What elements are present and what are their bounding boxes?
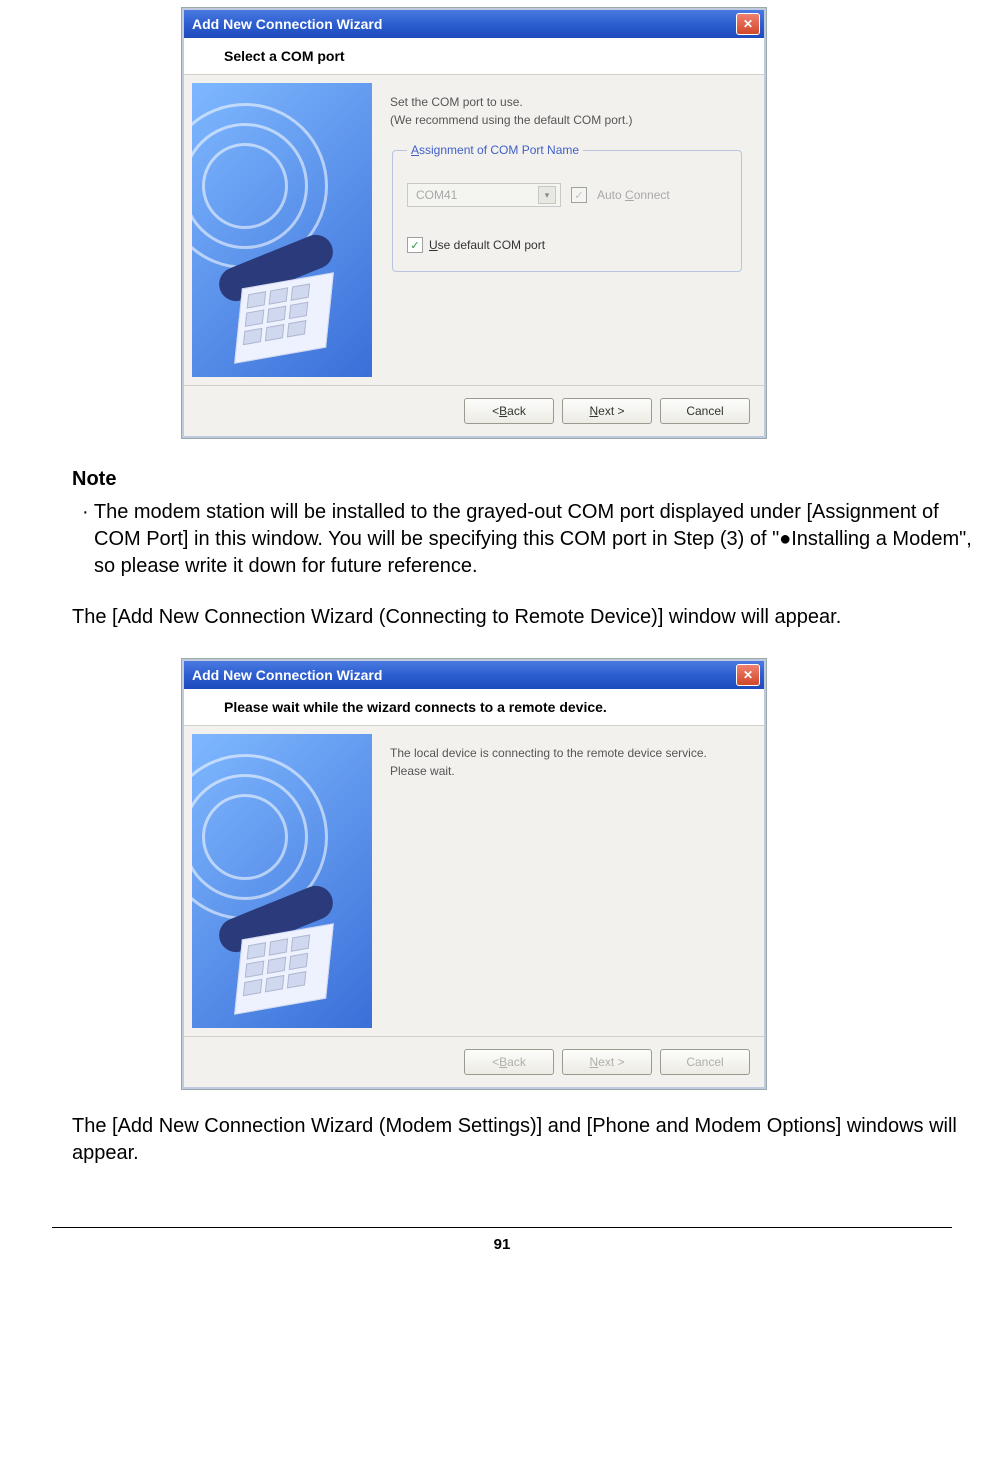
body-paragraph-1: The [Add New Connection Wizard (Connecti… — [72, 604, 985, 631]
dialog-com-port: Add New Connection Wizard ✕ Select a COM… — [182, 8, 766, 438]
status-line-1: The local device is connecting to the re… — [390, 746, 744, 760]
dialog-subtitle: Please wait while the wizard connects to… — [184, 689, 764, 726]
use-default-label: Use default COM port — [429, 238, 545, 252]
body-paragraph-2: The [Add New Connection Wizard (Modem Se… — [72, 1113, 985, 1167]
auto-connect-checkbox: ✓ — [571, 187, 587, 203]
dialog-subtitle: Select a COM port — [184, 38, 764, 75]
com-port-fieldset: AAssignment of COM Port Namessignment of… — [392, 143, 742, 272]
auto-connect-label: Auto Connect — [597, 188, 670, 202]
button-row: < Back Next > Cancel — [184, 385, 764, 436]
close-icon[interactable]: ✕ — [736, 13, 760, 35]
titlebar: Add New Connection Wizard ✕ — [184, 10, 764, 38]
com-port-value: COM41 — [416, 188, 457, 202]
back-button[interactable]: < Back — [464, 398, 554, 424]
com-port-select: COM41 ▾ — [407, 183, 561, 207]
button-row: < Back Next > Cancel — [184, 1036, 764, 1087]
dialog-title: Add New Connection Wizard — [192, 667, 382, 683]
status-line-2: Please wait. — [390, 764, 744, 778]
note-body: · The modem station will be installed to… — [72, 499, 985, 580]
instruction-line-1: Set the COM port to use. — [390, 95, 744, 109]
fieldset-legend: AAssignment of COM Port Namessignment of… — [407, 143, 583, 157]
cancel-button[interactable]: Cancel — [660, 398, 750, 424]
next-button: Next > — [562, 1049, 652, 1075]
next-button[interactable]: Next > — [562, 398, 652, 424]
use-default-checkbox[interactable]: ✓ — [407, 237, 423, 253]
page-divider — [52, 1227, 952, 1228]
dialog-connecting: Add New Connection Wizard ✕ Please wait … — [182, 659, 766, 1089]
cancel-button: Cancel — [660, 1049, 750, 1075]
titlebar: Add New Connection Wizard ✕ — [184, 661, 764, 689]
note-heading: Note — [72, 466, 985, 493]
wizard-graphic — [192, 734, 372, 1028]
dialog-title: Add New Connection Wizard — [192, 16, 382, 32]
chevron-down-icon: ▾ — [538, 186, 556, 204]
page-number: 91 — [72, 1236, 932, 1253]
wizard-graphic — [192, 83, 372, 377]
instruction-line-2: (We recommend using the default COM port… — [390, 113, 744, 127]
close-icon[interactable]: ✕ — [736, 664, 760, 686]
back-button: < Back — [464, 1049, 554, 1075]
